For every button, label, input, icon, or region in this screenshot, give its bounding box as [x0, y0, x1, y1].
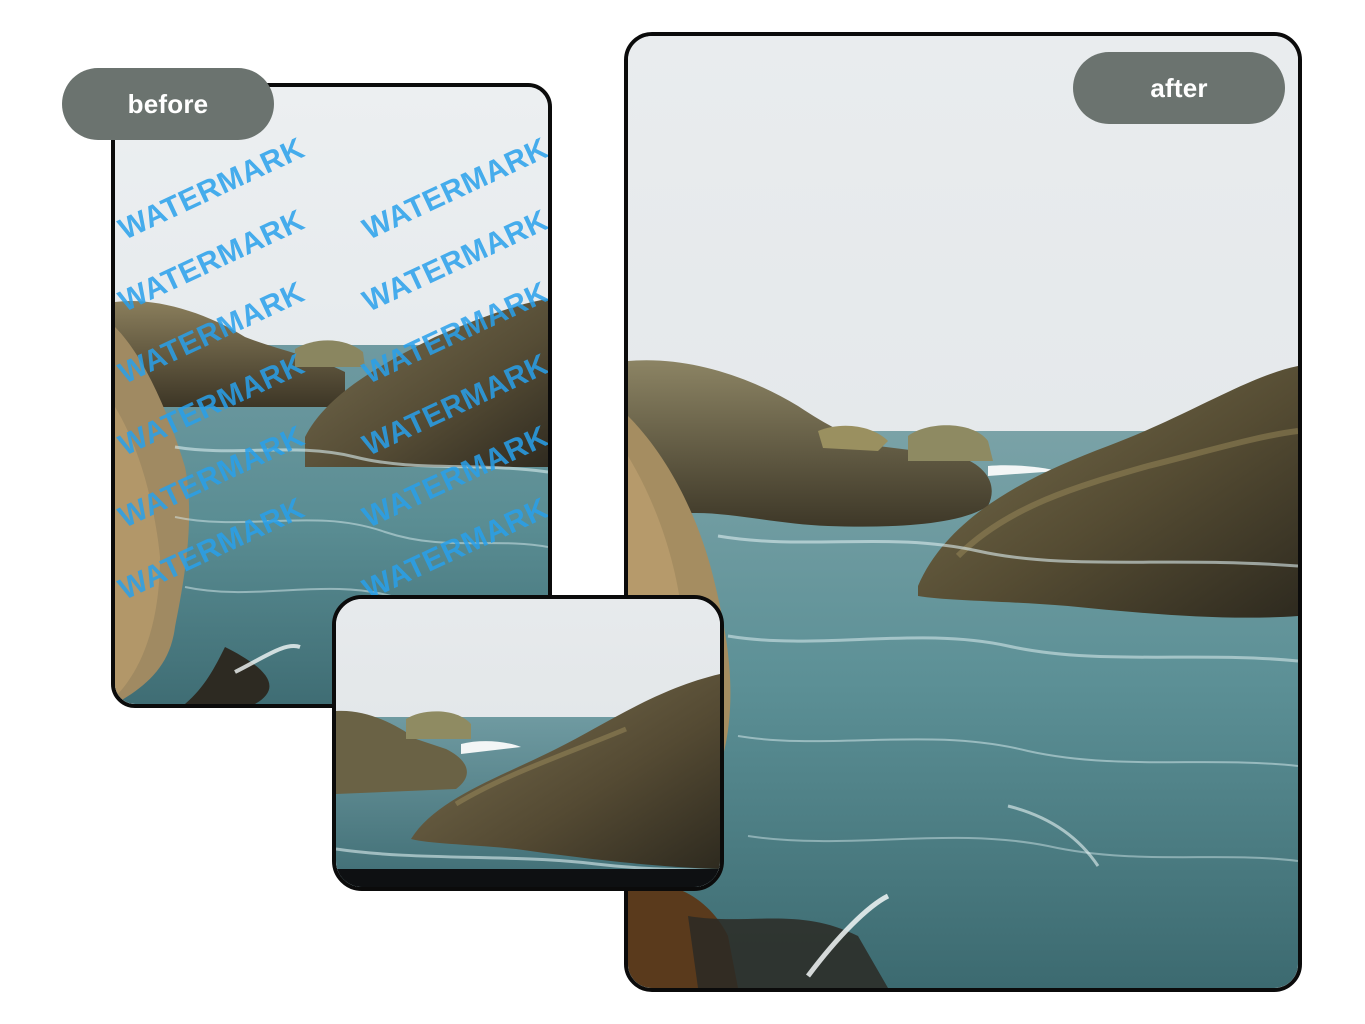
seascape-photo — [336, 599, 720, 887]
after-image — [624, 32, 1302, 992]
after-label: after — [1073, 52, 1285, 124]
detail-crop-image — [332, 595, 724, 891]
comparison-graphic: WATERMARK WATERMARK WATERMARK WATERMARK … — [0, 0, 1365, 1024]
before-label: before — [62, 68, 274, 140]
seascape-photo — [628, 36, 1298, 988]
